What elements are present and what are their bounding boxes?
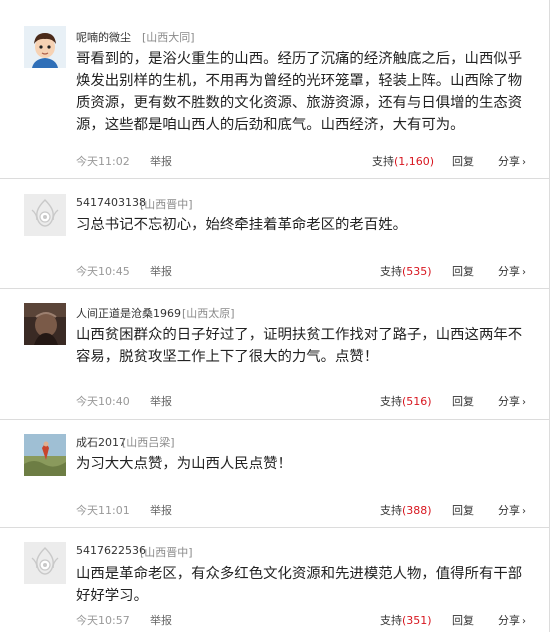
support-label: 支持 (372, 155, 394, 168)
username[interactable]: 5417622536 (76, 544, 146, 557)
landscape-photo-avatar-icon (24, 434, 66, 476)
support-label: 支持 (380, 504, 402, 517)
share-button[interactable]: 分享 › (498, 502, 526, 518)
user-avatar[interactable] (24, 542, 66, 584)
comment-text: 山西贫困群众的日子好过了，证明扶贫工作找对了路子，山西这两年不容易，脱贫攻坚工作… (76, 327, 523, 365)
reply-button[interactable]: 回复 (452, 263, 474, 279)
user-avatar[interactable] (24, 303, 66, 345)
chevron-right-icon: › (522, 157, 526, 168)
support-label: 支持 (380, 614, 402, 627)
comment-item: 人间正道是沧桑1969 [山西太原] 山西贫困群众的日子好过了，证明扶贫工作找对… (0, 289, 550, 420)
reply-button[interactable]: 回复 (452, 393, 474, 409)
comment-item: 成石2017 [山西吕梁] 为习大大点赞，为山西人民点赞！ 今天11:01 举报… (0, 420, 550, 528)
support-count: (516) (402, 395, 432, 408)
share-button[interactable]: 分享 › (498, 393, 526, 409)
comment-time: 今天10:45 (76, 265, 130, 278)
user-location: [山西晋中] (140, 546, 193, 559)
user-avatar[interactable] (24, 26, 66, 68)
report-button[interactable]: 举报 (150, 502, 172, 518)
report-button[interactable]: 举报 (150, 612, 172, 628)
default-eye-avatar-icon (24, 542, 66, 584)
comment-text: 山西是革命老区，有众多红色文化资源和先进模范人物，值得所有干部好好学习。 (76, 566, 523, 604)
share-label: 分享 (498, 504, 520, 517)
reply-button[interactable]: 回复 (452, 612, 474, 628)
support-count: (1,160) (394, 155, 435, 168)
chevron-right-icon: › (522, 616, 526, 627)
cartoon-boy-avatar-icon (24, 26, 66, 68)
comment-text: 为习大大点赞，为山西人民点赞！ (76, 456, 292, 472)
comment-item: 呢喃的微尘 [山西大同] 哥看到的，是浴火重生的山西。经历了沉痛的经济触底之后，… (0, 0, 550, 179)
support-count: (351) (402, 614, 432, 627)
support-count: (535) (402, 265, 432, 278)
share-label: 分享 (498, 395, 520, 408)
username[interactable]: 呢喃的微尘 (76, 29, 131, 45)
support-button[interactable]: 支持(388) (380, 502, 432, 518)
report-button[interactable]: 举报 (150, 263, 172, 279)
support-label: 支持 (380, 395, 402, 408)
user-avatar[interactable] (24, 434, 66, 476)
user-location: [山西晋中] (140, 198, 193, 211)
report-button[interactable]: 举报 (150, 393, 172, 409)
user-location: [山西太原] (182, 307, 235, 320)
comment-time: 今天11:01 (76, 504, 130, 517)
support-button[interactable]: 支持(351) (380, 612, 432, 628)
comment-time: 今天10:40 (76, 395, 130, 408)
username[interactable]: 人间正道是沧桑1969 (76, 305, 181, 321)
support-button[interactable]: 支持(1,160) (372, 153, 434, 169)
comment-time: 今天10:57 (76, 614, 130, 627)
support-count: (388) (402, 504, 432, 517)
share-label: 分享 (498, 265, 520, 278)
username[interactable]: 5417403138 (76, 196, 146, 209)
user-location: [山西大同] (142, 31, 195, 44)
chevron-right-icon: › (522, 267, 526, 278)
share-label: 分享 (498, 614, 520, 627)
comment-item: 5417622536 [山西晋中] 山西是革命老区，有众多红色文化资源和先进模范… (0, 528, 550, 632)
reply-button[interactable]: 回复 (452, 502, 474, 518)
user-location: [山西吕梁] (122, 436, 175, 449)
comment-text: 哥看到的，是浴火重生的山西。经历了沉痛的经济触底之后，山西似乎焕发出别样的生机，… (76, 51, 523, 133)
chevron-right-icon: › (522, 397, 526, 408)
support-button[interactable]: 支持(535) (380, 263, 432, 279)
report-button[interactable]: 举报 (150, 153, 172, 169)
chevron-right-icon: › (522, 506, 526, 517)
default-eye-avatar-icon (24, 194, 66, 236)
support-button[interactable]: 支持(516) (380, 393, 432, 409)
comment-item: 5417403138 [山西晋中] 习总书记不忘初心，始终牵挂着革命老区的老百姓… (0, 179, 550, 289)
comment-text: 习总书记不忘初心，始终牵挂着革命老区的老百姓。 (76, 217, 407, 233)
reply-button[interactable]: 回复 (452, 153, 474, 169)
user-avatar[interactable] (24, 194, 66, 236)
share-button[interactable]: 分享 › (498, 153, 526, 169)
comment-time: 今天11:02 (76, 155, 130, 168)
username[interactable]: 成石2017 (76, 434, 126, 450)
share-button[interactable]: 分享 › (498, 263, 526, 279)
share-label: 分享 (498, 155, 520, 168)
share-button[interactable]: 分享 › (498, 612, 526, 628)
support-label: 支持 (380, 265, 402, 278)
dark-photo-avatar-icon (24, 303, 66, 345)
